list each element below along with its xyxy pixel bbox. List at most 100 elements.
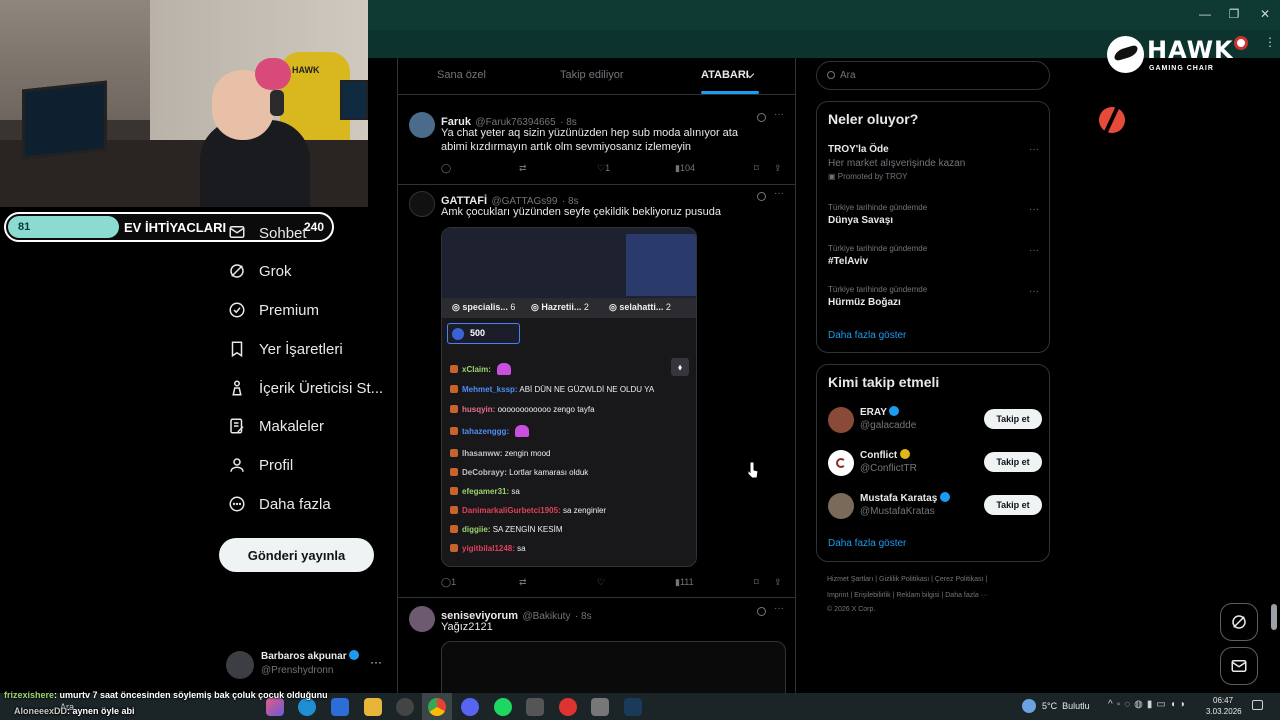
repost-icon[interactable]: ⇄ — [519, 163, 527, 174]
monitor-right — [340, 80, 368, 120]
avatar — [226, 651, 254, 679]
footer-links[interactable]: Hizmet Şartları | Gizlilik Politikası | … — [827, 576, 987, 583]
conflict-logo-icon — [836, 458, 846, 468]
trend-item[interactable]: Türkiye tarihinde gündemde Dünya Savaşı — [828, 203, 1038, 226]
close-button[interactable]: ✕ — [1255, 7, 1275, 21]
post-media[interactable] — [441, 641, 786, 693]
post-seniseviyorum[interactable]: seniseviyorum @Bakikuty · 8s ··· Yağız21… — [398, 598, 795, 693]
who-to-follow-card: Kimi takip etmeli ERAY @galacadde Takip … — [816, 364, 1050, 562]
grok-fab[interactable] — [1220, 603, 1258, 641]
more-vert-icon[interactable]: ⋮ — [1264, 35, 1276, 49]
account-switcher[interactable]: Barbaros akpunar @Prenshydronn ··· — [226, 648, 386, 682]
minimize-button[interactable]: — — [1195, 7, 1215, 21]
tab-atabari[interactable]: ATABARI — [701, 69, 749, 81]
messages-fab[interactable] — [1220, 647, 1258, 685]
more-icon[interactable]: ··· — [1029, 204, 1039, 215]
notification-icon[interactable] — [1252, 700, 1263, 710]
share-icon[interactable]: ⇪ — [774, 577, 782, 588]
webcam-overlay: HAWK — [0, 0, 368, 207]
more-icon[interactable]: ··· — [774, 603, 784, 614]
chat-text: sa — [511, 487, 520, 496]
tab-following[interactable]: Takip ediliyor — [560, 69, 624, 81]
spotify-icon[interactable] — [494, 698, 512, 716]
chat-badge-icon — [450, 365, 458, 373]
tray-icons[interactable]: ^◦◌◍▮▭◖◗ — [1108, 699, 1190, 710]
chat-username: lhasanww: — [462, 449, 503, 458]
nav-item-bookmarks[interactable]: Yer İşaretleri — [228, 336, 343, 362]
steam-icon[interactable] — [624, 698, 642, 716]
trend-item[interactable]: Türkiye tarihinde gündemde Hürmüz Boğazı — [828, 285, 1038, 308]
follow-button[interactable]: Takip et — [984, 495, 1042, 515]
repost-icon[interactable]: ⇄ — [519, 577, 527, 588]
nav-label-bookmarks: Yer İşaretleri — [259, 340, 343, 358]
discord-icon[interactable] — [461, 698, 479, 716]
post-media-screenshot[interactable]: ◎ specialis... 6 ◎ Hazretii... 2 ◎ selah… — [441, 227, 697, 567]
weather-text[interactable]: 5°C Bulutlu — [1042, 701, 1090, 711]
mail-app-icon[interactable] — [331, 698, 349, 716]
bookmark-icon[interactable]: ⌑ — [754, 163, 759, 174]
grok-icon[interactable] — [757, 192, 766, 201]
follow-button[interactable]: Takip et — [984, 452, 1042, 472]
nav-item-more[interactable]: Daha fazla — [228, 491, 331, 517]
scrollbar-thumb[interactable] — [1271, 604, 1277, 630]
obs-icon[interactable] — [559, 698, 577, 716]
post-button[interactable]: Gönderi yayınla — [219, 538, 374, 572]
follow-button[interactable]: Takip et — [984, 409, 1042, 429]
footer-links[interactable]: Imprint | Erişilebilirlik | Reklam bilgi… — [827, 592, 988, 599]
follow-suggestion[interactable]: Conflict @ConflictTR Takip et — [828, 448, 1042, 478]
edge-icon[interactable] — [298, 698, 316, 716]
nav-item-grok[interactable]: Grok — [228, 258, 292, 284]
show-more-link[interactable]: Daha fazla göster — [828, 330, 906, 341]
more-icon[interactable]: ··· — [1029, 286, 1039, 297]
share-icon[interactable]: ⇪ — [774, 163, 782, 174]
clock-time[interactable]: 06:47 — [1213, 696, 1233, 705]
chrome-icon[interactable] — [428, 698, 446, 716]
nav-item-premium[interactable]: Premium — [228, 297, 319, 323]
promoted-trend[interactable]: TROY'la Öde Her market alışverişinde kaz… — [828, 144, 1038, 181]
show-more-link[interactable]: Daha fazla göster — [828, 538, 906, 549]
weather-icon[interactable] — [1022, 699, 1036, 713]
chat-text: SA ZENGİN KESİM — [492, 525, 563, 534]
follow-suggestion[interactable]: ERAY @galacadde Takip et — [828, 405, 1042, 435]
more-icon[interactable]: ··· — [774, 109, 784, 120]
premium-icon — [229, 302, 245, 318]
settings-icon[interactable] — [591, 698, 609, 716]
like-icon[interactable]: ♡ — [597, 577, 605, 588]
tab-for-you[interactable]: Sana özel — [437, 69, 486, 81]
suggestion-name: Conflict — [860, 449, 910, 461]
pin-icon[interactable]: ⬧ — [671, 358, 689, 376]
like-icon[interactable]: ♡ 1 — [597, 163, 610, 174]
nav-item-creator-studio[interactable]: İçerik Üreticisi St... — [228, 375, 383, 401]
reply-icon[interactable]: ◯ — [441, 163, 451, 174]
suggestion-name: ERAY — [860, 406, 900, 418]
post-faruk[interactable]: Faruk @Faruk76394665 · 8s ··· Ya chat ye… — [398, 103, 795, 185]
copilot-icon[interactable] — [266, 698, 284, 716]
reply-icon[interactable]: ◯ 1 — [441, 577, 456, 588]
file-explorer-icon[interactable] — [364, 698, 382, 716]
post-gattafi[interactable]: GATTAFİ @GATTAGs99 · 8s ··· Amk çocuklar… — [398, 185, 795, 598]
views-icon[interactable]: ▮ 111 — [675, 577, 694, 588]
search-box[interactable]: Ara — [816, 61, 1050, 90]
nav-label-sohbet: Sohbet — [259, 224, 307, 242]
nav-item-articles[interactable]: Makaleler — [228, 413, 324, 439]
nav-item-sohbet[interactable]: Sohbet — [228, 219, 307, 245]
restore-button[interactable]: ❐ — [1224, 7, 1244, 21]
grok-icon[interactable] — [757, 607, 766, 616]
views-icon[interactable]: ▮ 104 — [675, 163, 695, 174]
profile-icon[interactable] — [1234, 36, 1248, 50]
clock-date[interactable]: 3.03.2026 — [1206, 707, 1242, 716]
trend-context: Türkiye tarihinde gündemde — [828, 285, 928, 294]
grok-icon[interactable] — [757, 113, 766, 122]
bookmark-icon[interactable]: ⌑ — [754, 577, 759, 588]
account-more-icon[interactable]: ··· — [370, 655, 382, 669]
xbox-icon[interactable] — [396, 698, 414, 716]
nav-item-profile[interactable]: Profil — [228, 452, 293, 478]
app-icon[interactable] — [526, 698, 544, 716]
suggestion-name: Mustafa Karataş — [860, 492, 951, 504]
nav-label-profile: Profil — [259, 456, 294, 474]
more-icon[interactable]: ··· — [774, 188, 784, 199]
trend-item[interactable]: Türkiye tarihinde gündemde #TelAviv — [828, 244, 1038, 267]
follow-suggestion[interactable]: Mustafa Karataş @MustafaKratas Takip et — [828, 491, 1042, 521]
more-icon[interactable]: ··· — [1029, 245, 1039, 256]
more-icon[interactable]: ··· — [1029, 144, 1039, 155]
